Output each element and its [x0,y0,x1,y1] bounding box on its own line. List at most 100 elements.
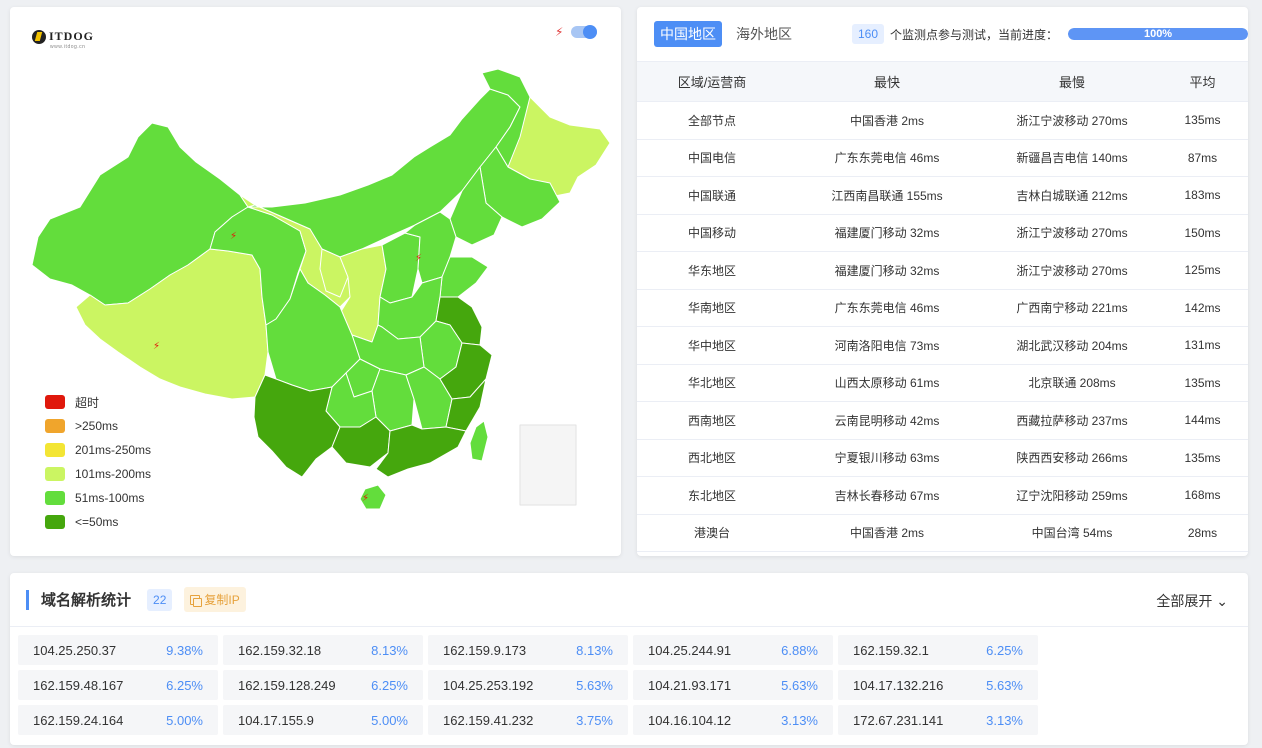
dns-percentage: 6.88% [781,642,818,658]
dns-ip: 104.25.244.91 [648,642,732,658]
cell-slowest: 湖北武汉移动 204ms [987,326,1157,365]
legend-swatch [45,491,65,505]
dns-ip: 162.159.48.167 [33,677,124,693]
dns-ip: 162.159.32.1 [853,642,929,658]
table-row: 中国联通 江西南昌联通 155ms 吉林白城联通 212ms 183ms [637,176,1248,215]
table-row: 西北地区 宁夏银川移动 63ms 陕西西安移动 266ms 135ms [637,439,1248,477]
legend-item[interactable]: 51ms-100ms [45,486,151,510]
cell-region: 西南地区 [637,401,787,440]
table-row: 华北地区 山西太原移动 61ms 北京联通 208ms 135ms [637,364,1248,402]
cell-region: 全部节点 [637,101,787,140]
latency-table-card: 中国地区 海外地区 160 个监测点参与测试，当前进度： 100% 区域/运营商… [637,7,1248,556]
dns-ip-item[interactable]: 104.17.132.216 5.63% [838,670,1038,700]
dns-percentage: 8.13% [576,642,613,658]
dns-ip: 104.17.132.216 [853,677,944,693]
legend-item[interactable]: 201ms-250ms [45,438,151,462]
copy-icon [190,594,203,607]
dns-ip-item[interactable]: 162.159.24.164 5.00% [18,705,218,735]
legend-item[interactable]: >250ms [45,414,151,438]
cell-average: 183ms [1157,176,1248,215]
table-row: 华东地区 福建厦门移动 32ms 浙江宁波移动 270ms 125ms [637,251,1248,290]
cell-average: 28ms [1157,514,1248,552]
cell-average: 87ms [1157,139,1248,177]
dns-percentage: 3.13% [781,712,818,728]
cell-region: 中国移动 [637,214,787,252]
col-region: 区域/运营商 [637,61,787,102]
dns-stats-card: 域名解析统计 22 复制IP 全部展开 ⌄ 104.25.250.37 9.38%… [10,573,1248,745]
region-shandong[interactable] [439,256,489,298]
dns-ip-item[interactable]: 162.159.128.249 6.25% [223,670,423,700]
dns-ip: 104.17.155.9 [238,712,314,728]
table-row: 华中地区 河南洛阳电信 73ms 湖北武汉移动 204ms 131ms [637,326,1248,365]
dns-percentage: 5.63% [576,677,613,693]
expand-all-button[interactable]: 全部展开 ⌄ [1156,591,1228,611]
cell-average: 131ms [1157,326,1248,365]
legend-label: 201ms-250ms [75,443,152,457]
dns-ip-item[interactable]: 162.159.32.18 8.13% [223,635,423,665]
tab-overseas[interactable]: 海外地区 [730,21,798,47]
dns-ip-item[interactable]: 104.25.250.37 9.38% [18,635,218,665]
cell-fastest: 吉林长春移动 67ms [787,476,987,515]
progress-label: 100% [1143,28,1173,40]
dns-ip-item[interactable]: 104.21.93.171 5.63% [633,670,833,700]
cell-region: 华北地区 [637,364,787,402]
cell-slowest: 吉林白城联通 212ms [987,176,1157,215]
cell-region: 华中地区 [637,326,787,365]
cell-average: 142ms [1157,289,1248,327]
table-row: 东北地区 吉林长春移动 67ms 辽宁沈阳移动 259ms 168ms [637,476,1248,515]
region-guangdong[interactable] [375,424,467,478]
expand-all-label: 全部展开 [1156,593,1213,609]
cell-average: 150ms [1157,214,1248,252]
timeout-marker-icon: ⚡ [153,341,160,352]
cell-slowest: 新疆昌吉电信 140ms [987,139,1157,177]
region-tabs: 中国地区 海外地区 160 个监测点参与测试，当前进度： 100% [637,7,1248,61]
copy-ip-button[interactable]: 复制IP [184,587,246,612]
dns-percentage: 8.13% [371,642,408,658]
cell-slowest: 西藏拉萨移动 237ms [987,401,1157,440]
table-row: 全部节点 中国香港 2ms 浙江宁波移动 270ms 135ms [637,101,1248,140]
table-row: 华南地区 广东东莞电信 46ms 广西南宁移动 221ms 142ms [637,289,1248,327]
dns-percentage: 5.00% [166,712,203,728]
legend-swatch [45,467,65,481]
cell-fastest: 广东东莞电信 46ms [787,139,987,177]
cell-region: 西北地区 [637,439,787,477]
cell-slowest: 中国台湾 54ms [987,514,1157,552]
dns-ip-item[interactable]: 104.16.104.12 3.13% [633,705,833,735]
dns-ip-item[interactable]: 104.25.244.91 6.88% [633,635,833,665]
cell-fastest: 云南昆明移动 42ms [787,401,987,440]
dns-title: 域名解析统计 [41,592,132,609]
timeout-marker-icon: ⚡ [230,231,237,242]
table-header-row: 区域/运营商 最快 最慢 平均 [637,61,1248,102]
latency-map-card: ITDOG www.itdog.cn ⚡ ⚡ ⚡ ⚡ ⚡ 超时 >250ms 2… [10,7,621,556]
dns-ip-item[interactable]: 162.159.41.232 3.75% [428,705,628,735]
dns-ip-item[interactable]: 162.159.48.167 6.25% [18,670,218,700]
dns-ip: 162.159.41.232 [443,712,534,728]
legend-item[interactable]: <=50ms [45,510,151,534]
region-shanxi[interactable] [379,232,421,304]
legend-label: 超时 [75,395,100,410]
dns-ip-item[interactable]: 162.159.9.173 8.13% [428,635,628,665]
dns-ip: 104.16.104.12 [648,712,732,728]
region-taiwan[interactable] [469,420,489,462]
cell-fastest: 宁夏银川移动 63ms [787,439,987,477]
dns-ip: 172.67.231.141 [853,712,944,728]
dns-percentage: 5.63% [986,677,1023,693]
cell-average: 135ms [1157,439,1248,477]
dns-ip-item[interactable]: 104.25.253.192 5.63% [428,670,628,700]
cell-fastest: 中国香港 2ms [787,514,987,552]
cell-average: 125ms [1157,251,1248,290]
cell-average: 144ms [1157,401,1248,440]
dns-ip-item[interactable]: 172.67.231.141 3.13% [838,705,1038,735]
dns-ip: 162.159.24.164 [33,712,124,728]
region-yunnan[interactable] [253,374,341,478]
col-fastest: 最快 [787,61,987,102]
tab-china[interactable]: 中国地区 [654,21,722,47]
dns-ip-item[interactable]: 104.17.155.9 5.00% [223,705,423,735]
legend-item[interactable]: 超时 [45,390,151,414]
cell-slowest: 北京联通 208ms [987,364,1157,402]
legend-item[interactable]: 101ms-200ms [45,462,151,486]
dns-count-badge: 22 [147,588,173,611]
dns-ip-item[interactable]: 162.159.32.1 6.25% [838,635,1038,665]
map-legend: 超时 >250ms 201ms-250ms 101ms-200ms 51ms-100ms… [45,390,151,534]
cell-slowest: 陕西西安移动 266ms [987,439,1157,477]
